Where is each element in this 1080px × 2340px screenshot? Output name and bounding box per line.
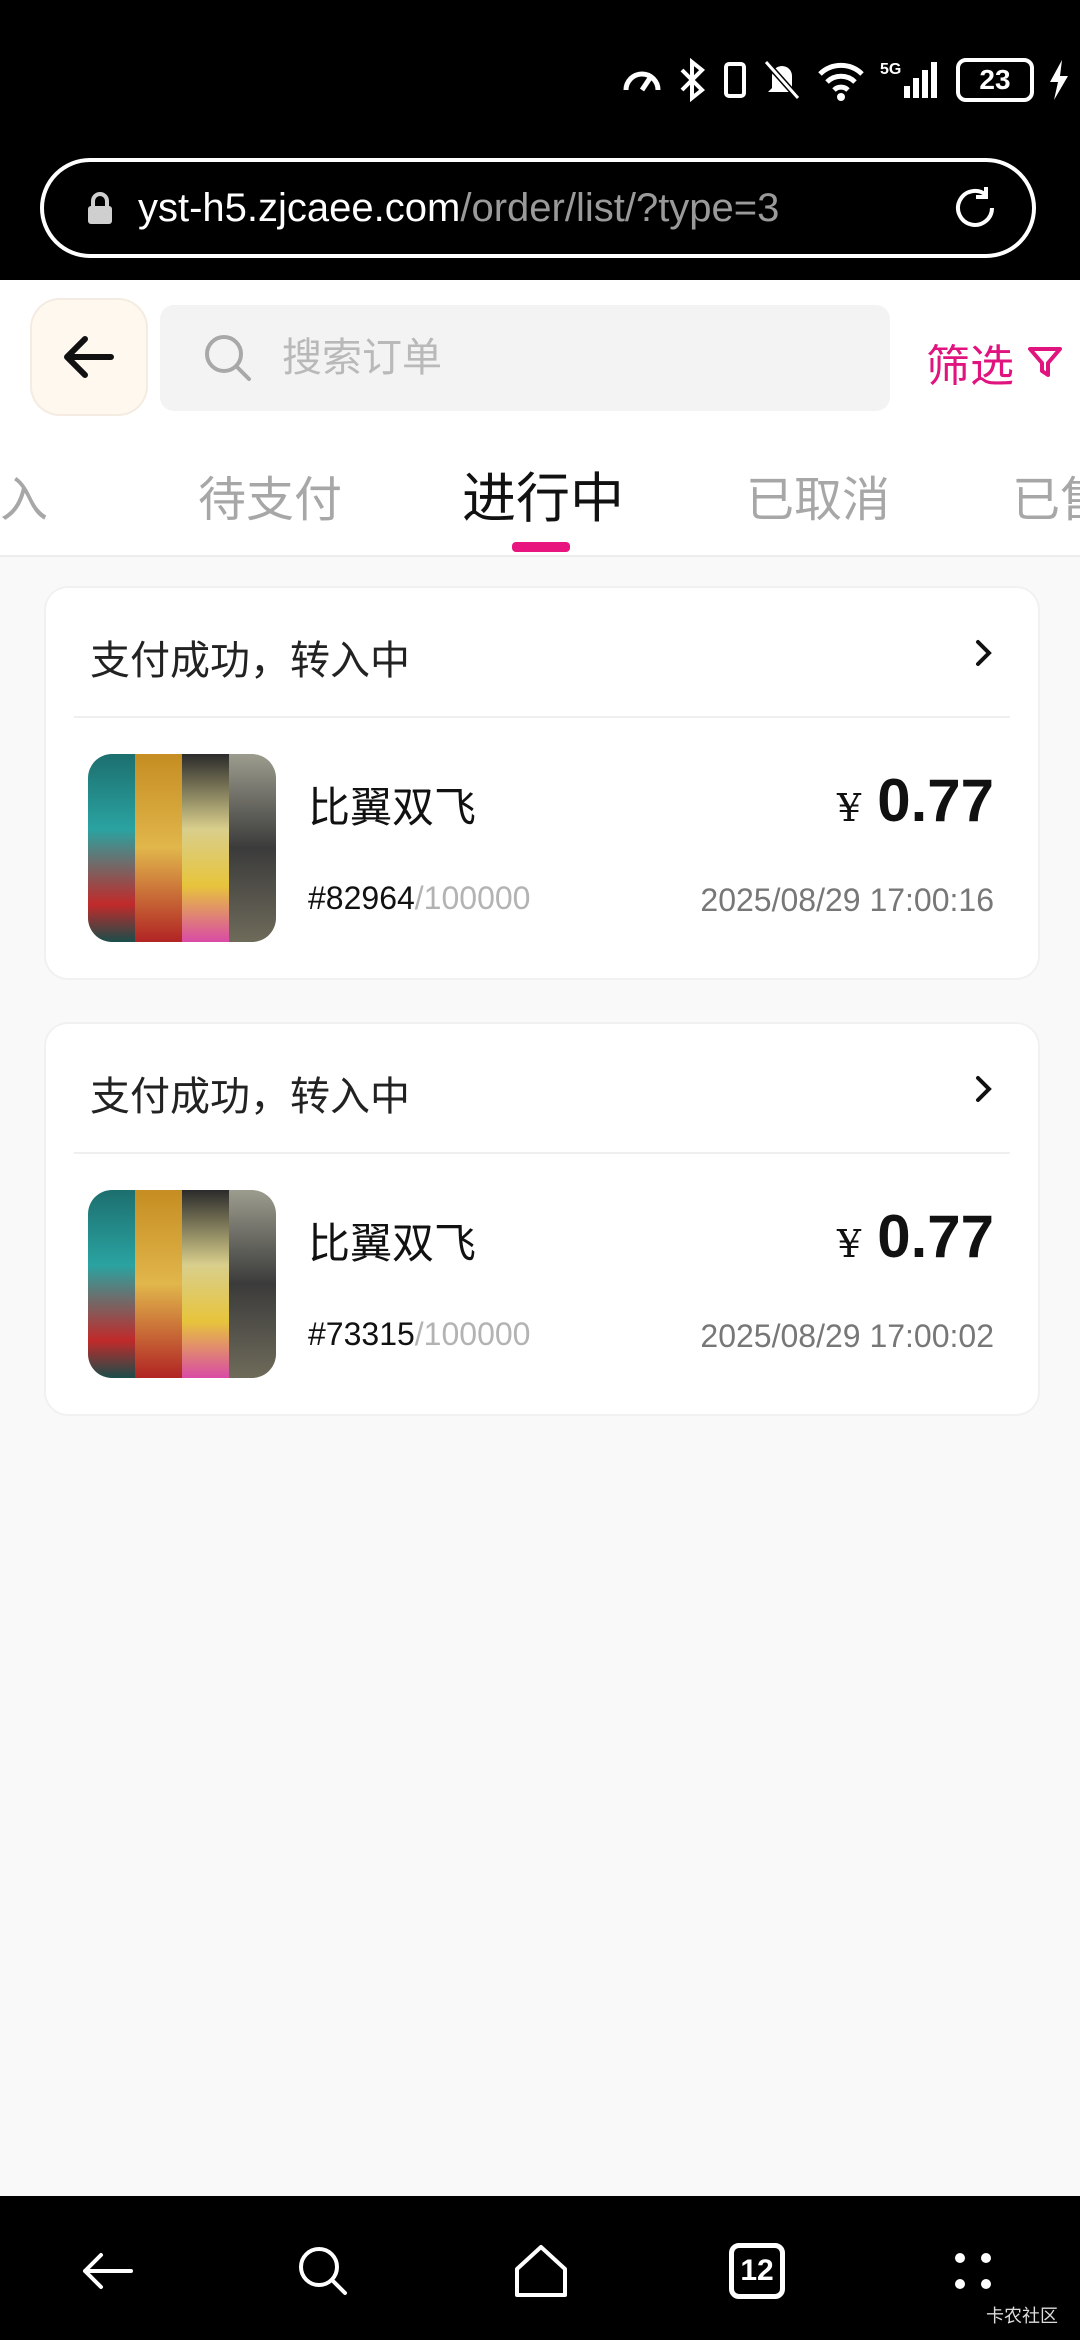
battery-indicator: 23 xyxy=(956,58,1034,102)
tab-pending-payment[interactable]: 待支付 xyxy=(198,460,342,530)
svg-text:5G: 5G xyxy=(880,61,901,78)
product-name: 比翼双飞 xyxy=(308,783,477,832)
tab-sold[interactable]: 已售 xyxy=(1012,460,1080,530)
product-name: 比翼双飞 xyxy=(308,1219,477,1268)
signal-icon: 5G xyxy=(880,61,937,98)
status-icons: 5G 23 xyxy=(620,50,1070,110)
wifi-icon xyxy=(818,62,864,101)
vibrate-icon xyxy=(724,62,746,98)
order-time: 2025/08/29 17:00:02 xyxy=(700,1318,994,1354)
product-thumbnail xyxy=(88,1190,276,1378)
search-box[interactable] xyxy=(160,305,890,411)
nav-menu-button[interactable] xyxy=(938,2236,1008,2306)
watermark: 卡农社区 xyxy=(986,2306,1058,2327)
speed-icon xyxy=(623,71,661,92)
tab-in-progress[interactable]: 进行中 xyxy=(462,454,624,533)
chevron-right-icon[interactable] xyxy=(968,636,998,670)
order-status: 支付成功，转入中 xyxy=(90,638,410,684)
product-thumbnail xyxy=(88,754,276,942)
lock-icon xyxy=(88,192,112,224)
edition-number: #73315/100000 xyxy=(308,1316,531,1352)
search-input[interactable] xyxy=(280,334,844,382)
filter-button[interactable]: 筛选 xyxy=(926,330,1064,394)
order-tabs: 买入 待支付 进行中 已取消 已售 xyxy=(0,430,1080,557)
nav-tabs-button[interactable]: 12 xyxy=(722,2236,792,2306)
nav-search-button[interactable] xyxy=(288,2236,358,2306)
reload-icon[interactable] xyxy=(948,181,1002,235)
address-bar[interactable]: yst-h5.zjcaee.com/order/list/?type=3 xyxy=(40,158,1036,258)
order-card[interactable]: 支付成功，转入中 比翼双飞 #82964/100000 ¥ 0.77 2025/… xyxy=(46,588,1038,978)
bluetooth-icon xyxy=(680,58,705,102)
active-tab-indicator xyxy=(512,542,570,552)
back-button[interactable] xyxy=(30,298,148,416)
tab-buy[interactable]: 买入 xyxy=(0,460,48,530)
search-icon xyxy=(299,2247,347,2295)
more-dots-icon xyxy=(955,2253,991,2289)
divider xyxy=(74,1152,1010,1154)
nav-home-button[interactable] xyxy=(506,2236,576,2306)
chevron-right-icon[interactable] xyxy=(968,1072,998,1106)
order-price: ¥ 0.77 xyxy=(837,767,994,834)
filter-icon xyxy=(1028,347,1062,377)
divider xyxy=(74,716,1010,718)
tab-cancelled[interactable]: 已取消 xyxy=(746,460,890,530)
tabs-count: 12 xyxy=(729,2243,785,2299)
filter-label: 筛选 xyxy=(926,341,1014,392)
order-price: ¥ 0.77 xyxy=(837,1203,994,1270)
home-icon xyxy=(515,2245,567,2297)
arrow-left-icon xyxy=(64,336,114,378)
clock: 17:00 xyxy=(352,47,470,99)
edition-number: #82964/100000 xyxy=(308,880,531,916)
system-nav-bar: 12 xyxy=(0,2196,1080,2340)
charging-icon xyxy=(1050,60,1068,100)
url-text: yst-h5.zjcaee.com/order/list/?type=3 xyxy=(138,185,780,230)
mute-icon xyxy=(763,60,801,100)
nav-back-button[interactable] xyxy=(72,2236,142,2306)
order-status: 支付成功，转入中 xyxy=(90,1074,410,1120)
order-card[interactable]: 支付成功，转入中 比翼双飞 #73315/100000 ¥ 0.77 2025/… xyxy=(46,1024,1038,1414)
order-time: 2025/08/29 17:00:16 xyxy=(700,882,994,918)
back-arrow-icon xyxy=(83,2253,133,2289)
search-icon xyxy=(205,335,251,381)
